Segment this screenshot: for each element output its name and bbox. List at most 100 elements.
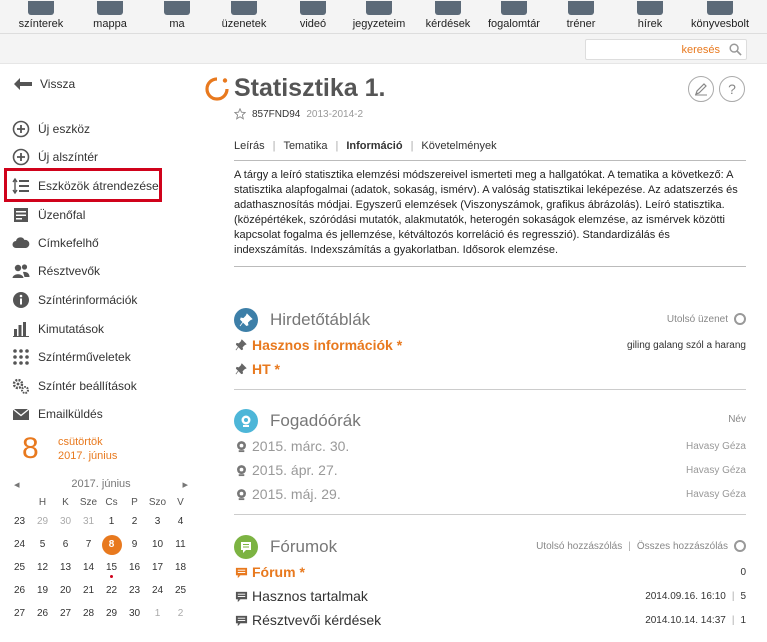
- calendar-day[interactable]: 5: [31, 533, 54, 556]
- tab-informacio[interactable]: Információ: [346, 140, 402, 152]
- list-item[interactable]: HT *: [234, 357, 746, 381]
- calendar-day[interactable]: 28: [77, 602, 100, 625]
- calendar-day[interactable]: 22: [100, 579, 123, 602]
- calendar-day[interactable]: 9: [123, 533, 146, 556]
- calendar-day[interactable]: 4: [169, 510, 192, 533]
- nav-trener[interactable]: tréner: [566, 0, 596, 34]
- back-link[interactable]: Vissza: [14, 77, 75, 91]
- calendar-day[interactable]: 21: [77, 579, 100, 602]
- edit-button[interactable]: [688, 76, 714, 102]
- calendar-day[interactable]: 1: [100, 510, 123, 533]
- nav-video[interactable]: videó: [298, 0, 328, 34]
- list-item[interactable]: 2015. márc. 30. Havasy Géza: [234, 434, 746, 458]
- list-item[interactable]: Fórum * 0: [234, 560, 746, 584]
- calendar-next-button[interactable]: ▸: [182, 478, 188, 491]
- forums-section: Fórumok Utolsó hozzászólás | Összes hozz…: [234, 534, 746, 632]
- calendar-day[interactable]: 29: [100, 602, 123, 625]
- sidebar-item-tag-cloud[interactable]: Címkefelhő: [12, 233, 99, 253]
- sidebar-item-email[interactable]: Emailküldés: [12, 404, 103, 424]
- forums-last-post-header[interactable]: Utolsó hozzászólás: [536, 541, 622, 552]
- forum-link[interactable]: Fórum *: [252, 564, 305, 580]
- calendar-day[interactable]: 2: [169, 602, 192, 625]
- sidebar-item-participants[interactable]: Résztvevők: [12, 261, 100, 281]
- office-date[interactable]: 2015. ápr. 27.: [252, 462, 338, 478]
- nav-fogalomtar[interactable]: fogalomtár: [486, 0, 542, 34]
- calendar-day[interactable]: 30: [54, 510, 77, 533]
- calendar-day-event[interactable]: 15: [100, 556, 123, 579]
- bar-chart-icon: [12, 320, 30, 338]
- sidebar-item-new-subscene[interactable]: Új alszíntér: [12, 147, 98, 167]
- calendar-day[interactable]: 26: [31, 602, 54, 625]
- nav-mappa[interactable]: mappa: [88, 0, 132, 34]
- calendar-day[interactable]: 12: [31, 556, 54, 579]
- forums-total-posts-header[interactable]: Összes hozzászólás: [637, 541, 728, 552]
- boards-last-message-header[interactable]: Utolsó üzenet: [667, 314, 728, 325]
- sidebar-item-scene-operations[interactable]: Színtérműveletek: [12, 347, 131, 367]
- list-item[interactable]: Résztvevői kérdések 2014.10.14. 14:37 | 1: [234, 608, 746, 632]
- nav-konyvesbolt[interactable]: könyvesbolt: [688, 0, 752, 34]
- sidebar-item-new-tool[interactable]: Új eszköz: [12, 119, 90, 139]
- users-icon: [12, 262, 30, 280]
- calendar-day[interactable]: 31: [77, 510, 100, 533]
- office-date[interactable]: 2015. márc. 30.: [252, 438, 349, 454]
- forum-link[interactable]: Résztvevői kérdések: [252, 612, 381, 628]
- sidebar: Vissza Új eszköz Új alszíntér Eszközök á…: [0, 64, 200, 642]
- sidebar-item-scene-info[interactable]: Színtérinformációk: [12, 290, 137, 310]
- calendar-day[interactable]: 7: [77, 533, 100, 556]
- list-item[interactable]: Hasznos információk * giling galang szól…: [234, 333, 746, 357]
- tab-kovetelmenyek[interactable]: Követelmények: [421, 140, 496, 152]
- office-title: Fogadóórák: [270, 411, 361, 430]
- sidebar-item-reorder-tools[interactable]: Eszközök átrendezése: [12, 176, 159, 196]
- calendar-day[interactable]: 29: [31, 510, 54, 533]
- calendar-day[interactable]: 18: [169, 556, 192, 579]
- calendar-day[interactable]: 13: [54, 556, 77, 579]
- calendar-prev-button[interactable]: ◂: [14, 478, 20, 491]
- calendar-day[interactable]: 20: [54, 579, 77, 602]
- sidebar-item-message-board[interactable]: Üzenőfal: [12, 205, 85, 225]
- questions-icon: [435, 1, 461, 15]
- calendar-day[interactable]: 6: [54, 533, 77, 556]
- calendar-day[interactable]: 2: [123, 510, 146, 533]
- sidebar-item-scene-settings[interactable]: Színtér beállítások: [12, 376, 137, 396]
- clock-icon[interactable]: [734, 540, 746, 552]
- forum-link[interactable]: Hasznos tartalmak: [252, 588, 368, 604]
- board-link[interactable]: HT *: [252, 361, 280, 377]
- office-name-header[interactable]: Név: [728, 414, 746, 425]
- calendar-day[interactable]: 1: [146, 602, 169, 625]
- nav-jegyzeteim[interactable]: jegyzeteim: [350, 0, 408, 34]
- plus-circle-icon: [12, 120, 30, 138]
- sidebar-item-reports[interactable]: Kimutatások: [12, 319, 104, 339]
- calendar-day-today[interactable]: 8: [100, 533, 123, 556]
- calendar-day[interactable]: 27: [54, 602, 77, 625]
- calendar-day[interactable]: 25: [169, 579, 192, 602]
- help-button[interactable]: ?: [719, 76, 745, 102]
- nav-uzenetek[interactable]: üzenetek: [220, 0, 268, 34]
- office-hours-section: Fogadóórák Név 2015. márc. 30. Havasy Gé…: [234, 408, 746, 531]
- calendar-day[interactable]: 23: [123, 579, 146, 602]
- list-item[interactable]: Hasznos tartalmak 2014.09.16. 16:10 | 5: [234, 584, 746, 608]
- calendar-day[interactable]: 16: [123, 556, 146, 579]
- tab-leiras[interactable]: Leírás: [234, 140, 265, 152]
- search-input[interactable]: [590, 42, 720, 57]
- nav-hirek[interactable]: hírek: [636, 0, 664, 34]
- office-name: Havasy Géza: [685, 440, 746, 452]
- calendar-day[interactable]: 30: [123, 602, 146, 625]
- search-icon[interactable]: [729, 43, 742, 56]
- calendar-day[interactable]: 11: [169, 533, 192, 556]
- calendar-day[interactable]: 24: [146, 579, 169, 602]
- board-link[interactable]: Hasznos információk *: [252, 337, 402, 353]
- calendar-day[interactable]: 19: [31, 579, 54, 602]
- calendar-day[interactable]: 14: [77, 556, 100, 579]
- nav-kerdesek[interactable]: kérdések: [424, 0, 472, 34]
- nav-ma[interactable]: ma: [162, 0, 192, 34]
- nav-szinterek[interactable]: színterek: [18, 0, 64, 34]
- list-item[interactable]: 2015. máj. 29. Havasy Géza: [234, 482, 746, 506]
- clock-icon[interactable]: [734, 313, 746, 325]
- star-icon[interactable]: [234, 108, 246, 120]
- calendar-day[interactable]: 10: [146, 533, 169, 556]
- calendar-day[interactable]: 17: [146, 556, 169, 579]
- tab-tematika[interactable]: Tematika: [283, 140, 327, 152]
- calendar-day[interactable]: 3: [146, 510, 169, 533]
- list-item[interactable]: 2015. ápr. 27. Havasy Géza: [234, 458, 746, 482]
- office-date[interactable]: 2015. máj. 29.: [252, 486, 341, 502]
